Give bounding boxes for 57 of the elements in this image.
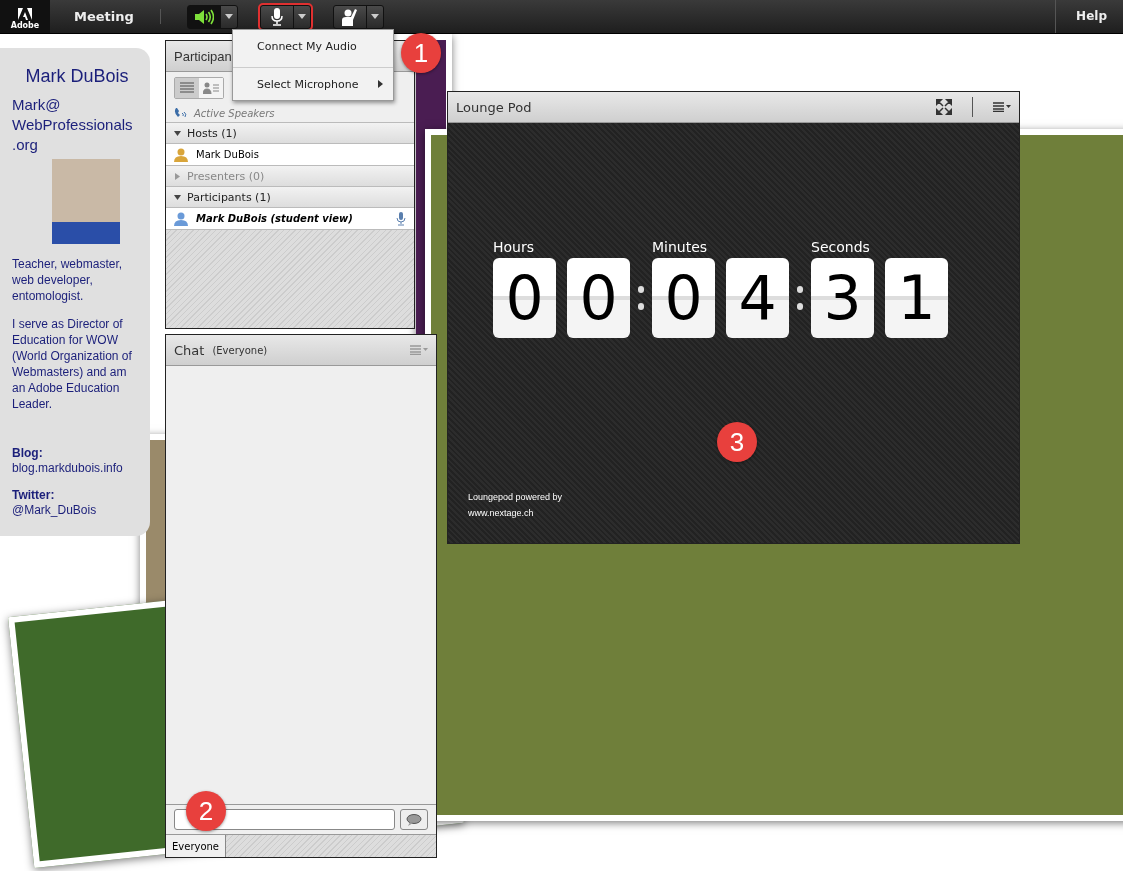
pod-title: Chat	[174, 342, 205, 358]
credit-text: Loungepod powered by	[468, 491, 564, 504]
disclosure-icon	[174, 172, 181, 180]
time-unit-label: Seconds	[811, 239, 871, 255]
chat-tab[interactable]: Everyone	[166, 835, 227, 857]
flip-digit: 0	[652, 258, 715, 338]
microphone-icon	[269, 7, 284, 26]
send-button[interactable]	[400, 809, 428, 830]
menu-item[interactable]: Connect My Audio	[233, 30, 393, 63]
pod-title: Lounge Pod	[456, 99, 532, 115]
caret-icon	[297, 14, 306, 19]
email-text: WebProfessionals	[12, 115, 134, 135]
pod-title: Participan	[174, 48, 232, 64]
email-text: .org	[12, 135, 39, 155]
speaker-button[interactable]	[186, 4, 238, 29]
email-text: Mark@	[12, 95, 62, 115]
caret-icon	[370, 14, 379, 19]
menu-item[interactable]: Select Microphone	[233, 67, 393, 100]
flip-digit: 4	[726, 258, 789, 338]
card-view-toggle[interactable]	[199, 78, 223, 98]
person-icon	[174, 147, 188, 162]
roles-text: Teacher, webmaster, web developer, entomologist.	[12, 256, 124, 304]
caret-icon	[224, 14, 233, 19]
speech-bubble-icon	[406, 813, 422, 826]
time-unit-label: Hours	[493, 239, 535, 255]
menu-icon[interactable]	[993, 102, 1011, 112]
time-unit-label: Minutes	[652, 239, 709, 255]
contact-card-icon	[203, 82, 219, 94]
twitter-handle[interactable]: @Mark_DuBois	[12, 502, 142, 518]
help-menu[interactable]: Help	[1055, 0, 1123, 33]
chat-audience: (Everyone)	[212, 344, 268, 356]
meeting-menu[interactable]: Meeting	[74, 9, 161, 24]
profile-name: Mark DuBois	[24, 66, 130, 87]
adobe-logo[interactable]: Adobe	[0, 0, 50, 33]
list-icon	[180, 82, 194, 94]
raised-hand-person-icon	[339, 7, 360, 26]
list-view-toggle[interactable]	[175, 78, 199, 98]
bio-text: I serve as Director of Education for WOW (World Organization of Webmasters) and am an Adobe Education Leader.	[12, 316, 133, 412]
credit-text: www.nextage.ch	[468, 507, 535, 520]
flip-digit: 0	[567, 258, 630, 338]
twitter-label: Twitter:	[12, 488, 56, 502]
blog-link[interactable]: blog.markdubois.info	[12, 460, 142, 476]
active-speakers-label: Active Speakers	[194, 107, 275, 119]
microphone-button[interactable]	[259, 4, 311, 29]
raise-hand-button[interactable]	[332, 4, 384, 29]
disclosure-icon	[174, 193, 181, 201]
attendee-name[interactable]: Mark DuBois	[196, 149, 259, 160]
blog-label: Blog:	[12, 446, 44, 460]
flip-digit: 3	[811, 258, 874, 338]
submenu-arrow-icon	[378, 80, 383, 88]
phone-icon	[174, 107, 188, 119]
flip-digit: 0	[493, 258, 556, 338]
flip-digit: 1	[885, 258, 948, 338]
disclosure-icon	[174, 129, 181, 137]
speaker-icon	[193, 8, 214, 25]
fullscreen-icon[interactable]	[936, 99, 952, 115]
person-icon	[174, 211, 188, 226]
